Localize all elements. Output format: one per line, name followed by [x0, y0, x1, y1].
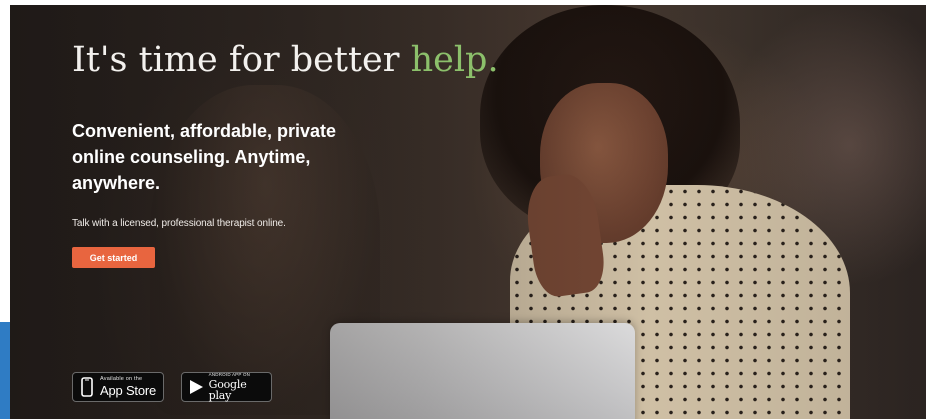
app-store-small-text: Available on the: [100, 376, 143, 383]
phone-icon: [78, 376, 96, 398]
app-store-big-text: App Store: [100, 382, 157, 398]
google-play-badge[interactable]: Android app on Google play: [181, 372, 272, 402]
play-triangle-icon: [187, 376, 205, 398]
get-started-button[interactable]: Get started: [72, 247, 155, 268]
headline-accent-text: help.: [410, 40, 499, 80]
google-play-big-text: Google play: [208, 377, 247, 402]
page-frame: It's time for better help. Convenient, a…: [0, 0, 932, 419]
hero-tagline: Talk with a licensed, professional thera…: [72, 218, 286, 229]
google-play-badge-text: Android app on Google play: [209, 373, 271, 401]
hero-subheadline: Convenient, affordable, private online c…: [72, 121, 337, 193]
app-store-badge-text: Available on the App Store: [100, 377, 156, 397]
hero-headline: It's time for better help.: [72, 38, 499, 82]
headline-main-text: It's time for better: [72, 40, 411, 80]
app-store-badge[interactable]: Available on the App Store: [72, 372, 164, 402]
